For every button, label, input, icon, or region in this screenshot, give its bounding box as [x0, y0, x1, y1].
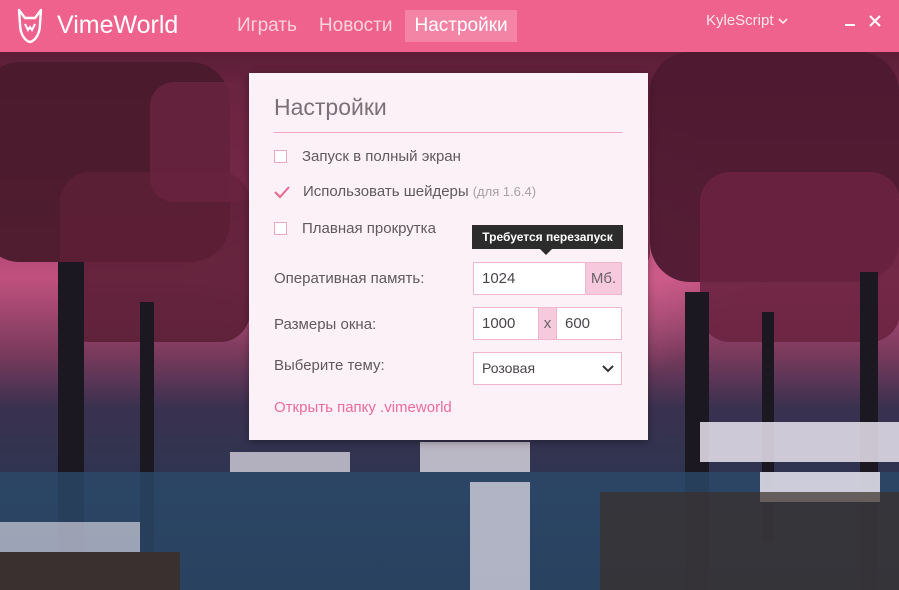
fullscreen-checkbox[interactable]	[274, 150, 287, 163]
memory-unit: Мб.	[585, 262, 622, 295]
chevron-down-icon	[777, 17, 788, 24]
shaders-note: (для 1.6.4)	[472, 184, 537, 199]
window-height-input[interactable]: 600	[556, 307, 622, 340]
restart-tooltip: Требуется перезапуск	[472, 225, 623, 255]
memory-input[interactable]: 1024	[473, 262, 586, 295]
memory-label: Оперативная память:	[274, 270, 425, 287]
smooth-scroll-label: Плавная прокрутка	[302, 220, 436, 237]
close-icon[interactable]	[868, 14, 882, 28]
minimize-icon[interactable]	[843, 14, 857, 28]
divider	[274, 132, 622, 133]
window-size-label: Размеры окна:	[274, 316, 377, 333]
nav-item-play[interactable]: Играть	[228, 10, 306, 42]
checkmark-icon[interactable]	[274, 185, 290, 199]
theme-label: Выберите тему:	[274, 357, 385, 374]
user-menu[interactable]: KyleScript	[706, 12, 788, 29]
brand-name: VimeWorld	[57, 11, 179, 39]
smooth-scroll-checkbox[interactable]	[274, 222, 287, 235]
settings-panel: Настройки Запуск в полный экран Использо…	[249, 73, 648, 440]
theme-selected-value: Розовая	[482, 360, 536, 376]
open-folder-link[interactable]: Открыть папку .vimeworld	[274, 399, 452, 416]
nav-item-news[interactable]: Новости	[310, 10, 402, 42]
title-bar: VimeWorld Играть Новости Настройки KyleS…	[0, 0, 899, 52]
smooth-scroll-option[interactable]: Плавная прокрутка	[274, 220, 436, 237]
shaders-label: Использовать шейдеры	[303, 183, 469, 200]
size-separator: x	[538, 307, 557, 340]
fox-logo-icon	[17, 8, 43, 44]
chevron-down-icon	[602, 365, 614, 373]
fullscreen-option[interactable]: Запуск в полный экран	[274, 148, 461, 165]
panel-title: Настройки	[274, 94, 387, 120]
theme-select[interactable]: Розовая	[473, 352, 622, 385]
window-width-input[interactable]: 1000	[473, 307, 539, 340]
main-nav: Играть Новости Настройки	[228, 10, 521, 42]
nav-item-settings[interactable]: Настройки	[405, 10, 517, 42]
shaders-option[interactable]: Использовать шейдеры (для 1.6.4)	[274, 183, 536, 200]
fullscreen-label: Запуск в полный экран	[302, 148, 461, 165]
username: KyleScript	[706, 12, 774, 29]
